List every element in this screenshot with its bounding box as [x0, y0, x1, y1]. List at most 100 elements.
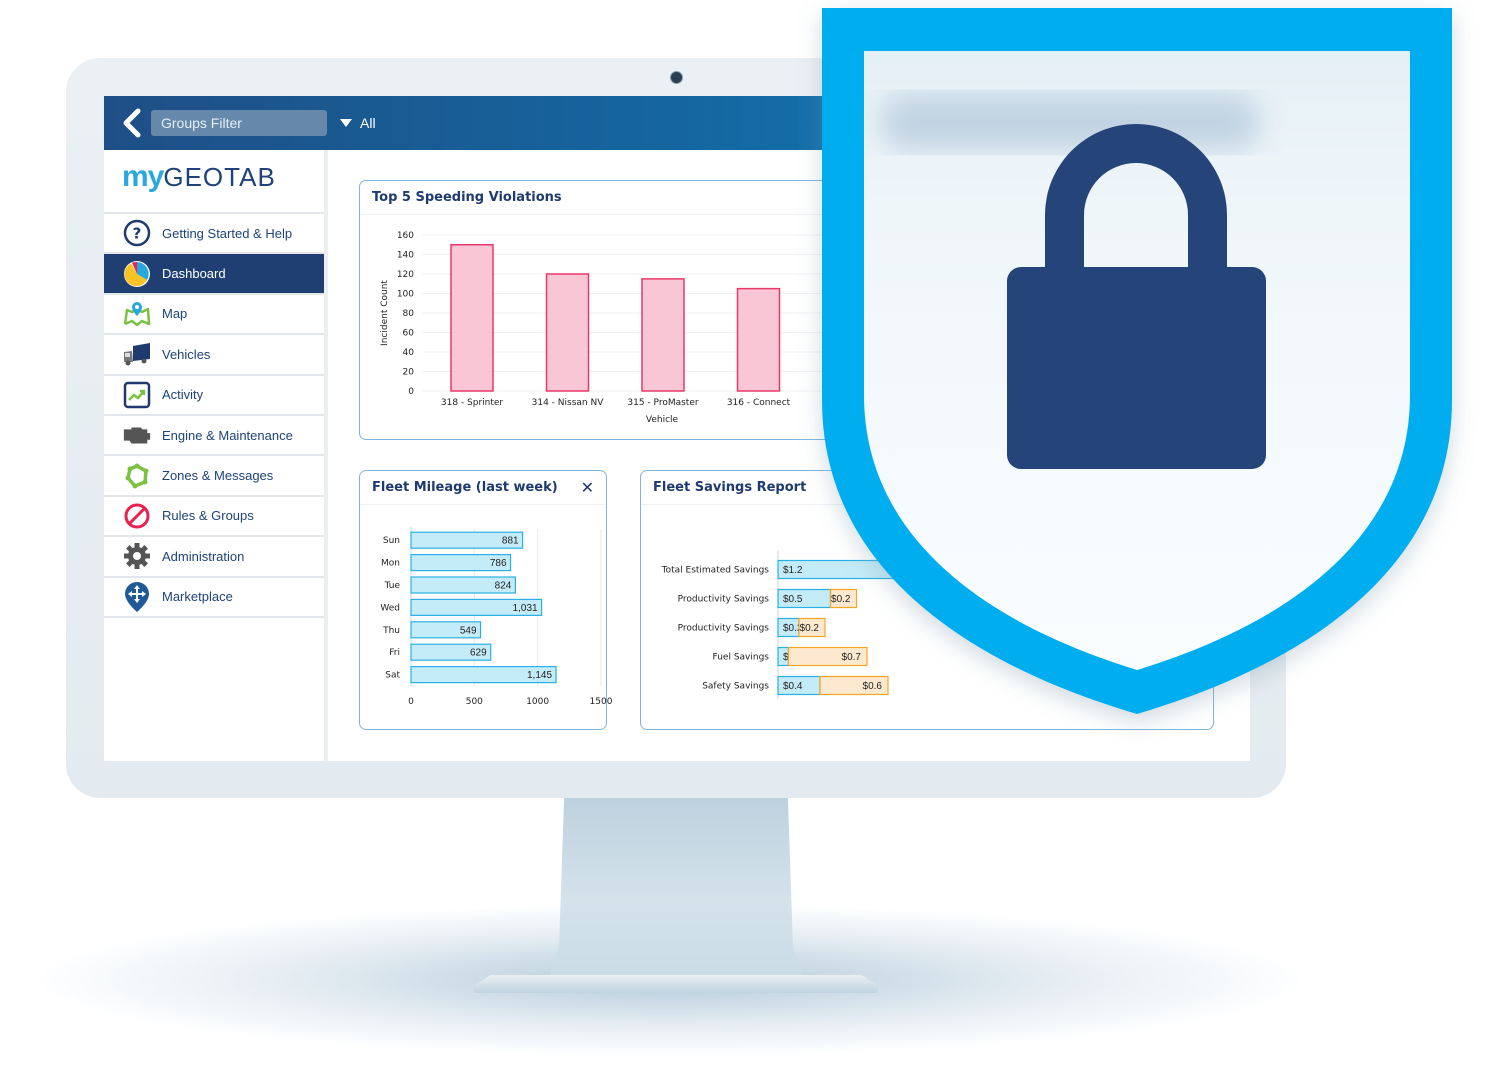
savings-chart: $1.2 Total Estimated Savings $0.5 $0.2 Produ… — [661, 551, 905, 699]
bar — [736, 287, 781, 392]
y-tick-label: 60 — [403, 329, 415, 339]
sidebar-item-label: Map — [162, 306, 188, 322]
logo-prefix: my — [122, 160, 164, 193]
y-axis-label: Incident Count — [380, 280, 390, 346]
sidebar-item-zones-messages[interactable]: Zones & Messages — [104, 456, 324, 497]
sidebar-item-label: Activity — [162, 387, 204, 403]
y-tick-label: Wed — [380, 603, 400, 613]
sidebar-item-label: Dashboard — [162, 266, 226, 282]
prohibited-icon — [122, 502, 152, 530]
y-tick-label: Productivity Savings — [678, 595, 770, 605]
back-button[interactable] — [120, 108, 144, 138]
dashboard-content: Top 5 Speeding Violations 0 20 40 60 80 100 12… — [328, 150, 1250, 761]
caret-down-icon — [340, 119, 352, 127]
bar-value-label: 1,145 — [527, 670, 552, 681]
pie-chart-icon — [122, 260, 152, 288]
sidebar-item-label: Getting Started & Help — [162, 225, 293, 241]
y-tick-label: Thu — [382, 626, 400, 636]
y-tick-label: 40 — [403, 348, 415, 358]
fleet-mileage-card: Fleet Mileage (last week) ✕ 0 500 1000 1500… — [359, 470, 613, 730]
x-tick-label: 500 — [466, 697, 483, 707]
logo-brand: GEOTAB — [163, 162, 276, 192]
sidebar-item-label: Marketplace — [162, 589, 233, 605]
y-tick-label: Sun — [383, 536, 400, 546]
y-tick-label: Fri — [389, 648, 400, 658]
groups-dropdown-value: All — [360, 115, 376, 131]
map-pin-icon — [122, 300, 152, 328]
sidebar-item-engine-maintenance[interactable]: Engine & Maintenance — [104, 416, 324, 457]
speeding-chart: 0 20 40 60 80 100 120 140 160 Incident Count 318 -… — [380, 231, 850, 425]
y-tick-label: 20 — [403, 368, 415, 378]
sidebar-item-activity[interactable]: Activity — [104, 376, 324, 416]
sidebar-item-marketplace[interactable]: Marketplace — [104, 578, 324, 618]
x-tick-label: 315 - ProMaster — [627, 398, 698, 408]
mileage-chart: 0 500 1000 1500 881 Sun 786 Mon 824 Tue 1,031 Wed 54… — [380, 527, 613, 707]
sidebar-item-label: Zones & Messages — [162, 468, 274, 484]
activity-chart-icon — [122, 381, 152, 409]
webcam-icon — [671, 72, 682, 83]
y-tick-label: Safety Savings — [702, 682, 769, 692]
monitor-stand-base — [474, 975, 878, 993]
bar-value-label: $0.4 — [783, 681, 803, 692]
bar-value-label: $0.2 — [800, 623, 820, 634]
y-tick-label: Total Estimated Savings — [661, 566, 770, 576]
x-tick-label: 1000 — [526, 697, 549, 707]
groups-filter-input[interactable]: Groups Filter — [151, 110, 327, 136]
x-axis-label: Vehicle — [646, 415, 679, 425]
bar-value-label: 629 — [470, 648, 487, 659]
y-tick-label: 120 — [397, 270, 414, 280]
bar-value-label: $0.6 — [863, 681, 883, 692]
sidebar-nav: ? Getting Started & Help Dashboard Map V… — [104, 212, 324, 618]
x-tick-label: 0 — [408, 697, 414, 707]
sidebar-item-vehicles[interactable]: Vehicles — [104, 335, 324, 376]
sidebar-item-rules-groups[interactable]: Rules & Groups — [104, 497, 324, 538]
x-tick-label: 1500 — [590, 697, 613, 707]
bar-value-label: 824 — [495, 581, 512, 592]
y-tick-label: Fuel Savings — [713, 653, 770, 663]
y-tick-label: 0 — [408, 387, 414, 397]
groups-dropdown[interactable]: All — [340, 110, 376, 136]
sidebar-item-label: Rules & Groups — [162, 508, 254, 524]
marketplace-pin-icon — [122, 581, 152, 612]
bar-value-label: 786 — [490, 558, 507, 569]
y-tick-label: 100 — [397, 290, 414, 300]
x-tick-label: 318 - Sprinter — [441, 398, 504, 408]
bar-value-label: 549 — [460, 625, 477, 636]
sidebar-item-label: Engine & Maintenance — [162, 427, 293, 443]
monitor-stand — [546, 795, 806, 985]
sidebar-item-map[interactable]: Map — [104, 295, 324, 336]
y-tick-label: Tue — [384, 581, 401, 591]
bar — [641, 278, 685, 392]
truck-icon — [122, 340, 152, 368]
sidebar-item-dashboard[interactable]: Dashboard — [104, 254, 324, 295]
bar-value-label: 881 — [502, 536, 519, 547]
y-tick-label: 140 — [397, 251, 414, 261]
help-circle-icon: ? — [122, 219, 152, 247]
y-tick-label: Mon — [381, 559, 400, 569]
sidebar-item-label: Vehicles — [162, 346, 211, 362]
x-tick-label: 314 - Nissan NV — [532, 398, 605, 408]
bar — [450, 244, 494, 392]
mygeotab-logo[interactable]: myGEOTAB — [104, 150, 324, 212]
sidebar: myGEOTAB ? Getting Started & Help Dashbo… — [104, 150, 328, 761]
y-tick-label: Sat — [385, 671, 400, 681]
speeding-violations-card: Top 5 Speeding Violations 0 20 40 60 80 100 12… — [359, 180, 859, 440]
zone-polygon-icon — [122, 462, 152, 490]
app-screen: Groups Filter All myGEOTAB ? Getting Sta… — [104, 96, 1250, 761]
bar-value-label: 1,031 — [513, 603, 538, 614]
bar-value-label: $0.7 — [842, 652, 862, 663]
fleet-savings-card: Fleet Savings Report $1.2 Total Estimated… — [640, 470, 1214, 730]
y-tick-label: 80 — [403, 309, 415, 319]
sidebar-item-getting-started[interactable]: ? Getting Started & Help — [104, 214, 324, 255]
x-tick-label: 316 - Connect — [727, 398, 791, 408]
svg-text:?: ? — [133, 225, 142, 243]
bar-value-label: $0.2 — [831, 594, 851, 605]
engine-icon — [122, 421, 152, 449]
y-tick-label: Productivity Savings — [678, 624, 770, 634]
chevron-left-icon — [123, 108, 141, 138]
bar-value-label: $1.2 — [783, 565, 803, 576]
sidebar-item-administration[interactable]: Administration — [104, 537, 324, 578]
top-bar: Groups Filter All — [104, 96, 1250, 150]
sidebar-item-label: Administration — [162, 548, 245, 564]
gear-icon — [122, 542, 152, 570]
